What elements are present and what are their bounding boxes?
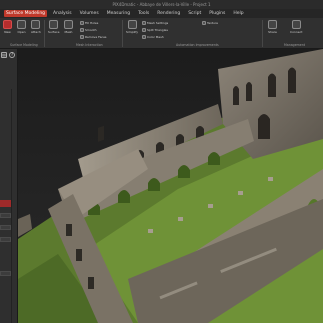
layer-row[interactable] xyxy=(0,225,11,230)
group-label-automation: Automation Improvements xyxy=(176,43,219,47)
connect-button[interactable]: Connect xyxy=(290,20,302,34)
smooth-label: Smooth xyxy=(85,28,97,32)
menu-script[interactable]: Script xyxy=(186,10,203,17)
menu-rendering[interactable]: Rendering xyxy=(155,10,182,17)
panel-divider xyxy=(11,89,12,323)
new-file-icon xyxy=(3,20,12,29)
split-button[interactable]: Split Triangles xyxy=(142,28,168,32)
menu-plugins[interactable]: Plugins xyxy=(207,10,227,17)
group-label-management: Management xyxy=(284,43,305,47)
menu-tools[interactable]: Tools xyxy=(136,10,151,17)
remove-faces-button[interactable]: Remove Faces xyxy=(80,35,106,39)
layers-icon[interactable]: ▤ xyxy=(1,51,7,58)
abbey-mesh-render xyxy=(18,49,323,323)
ribbon-separator xyxy=(262,20,263,47)
simplify-button-label: Simplify xyxy=(126,30,139,34)
texture-label: Texture xyxy=(207,21,218,25)
surface-button[interactable]: Surface xyxy=(48,20,59,34)
new-button[interactable]: New xyxy=(3,20,12,34)
mesh-button[interactable]: Mesh xyxy=(64,20,73,34)
layer-row[interactable] xyxy=(0,271,11,276)
fill-holes-icon xyxy=(80,21,84,25)
surface-button-label: Surface xyxy=(48,30,60,34)
menu-volumes[interactable]: Volumes xyxy=(78,10,101,17)
side-panel-header: ▤ ? xyxy=(0,49,17,60)
remove-faces-icon xyxy=(80,35,84,39)
share-button[interactable]: Share xyxy=(268,20,277,34)
connect-icon xyxy=(291,20,301,29)
texture-button[interactable]: Texture xyxy=(202,21,218,25)
share-button-label: Share xyxy=(268,30,277,34)
mesh-button-label: Mesh xyxy=(64,30,73,34)
attach-button-label: Attach xyxy=(31,30,41,34)
smooth-icon xyxy=(80,28,84,32)
attach-icon xyxy=(31,20,41,29)
help-icon[interactable]: ? xyxy=(9,51,15,58)
simplify-button[interactable]: Simplify xyxy=(126,20,138,34)
fill-holes-button[interactable]: Fill Holes xyxy=(80,21,98,25)
new-button-label: New xyxy=(4,30,11,34)
simplify-icon xyxy=(127,20,137,29)
split-label: Split Triangles xyxy=(147,28,168,32)
mesh-settings-icon xyxy=(142,21,146,25)
texture-icon xyxy=(202,21,206,25)
menu-surface-modeling[interactable]: Surface Modeling xyxy=(4,10,48,17)
color-mesh-label: Color Mesh xyxy=(147,35,164,39)
window-title-text: PIX4Dmatic - Abbaye de Villers-la-Ville … xyxy=(112,2,211,7)
ribbon-separator xyxy=(122,20,123,47)
share-icon xyxy=(268,20,277,29)
open-button-label: Open xyxy=(17,30,26,34)
menu-measuring[interactable]: Measuring xyxy=(105,10,132,17)
color-mesh-button[interactable]: Color Mesh xyxy=(142,35,164,39)
mesh-settings-label: Mesh Settings xyxy=(147,21,169,25)
connect-button-label: Connect xyxy=(290,30,303,34)
fill-holes-label: Fill Holes xyxy=(85,21,99,25)
mesh-icon xyxy=(64,20,73,29)
mesh-settings-button[interactable]: Mesh Settings xyxy=(142,21,168,25)
color-mesh-icon xyxy=(142,35,146,39)
group-label-mesh-interaction: Mesh Interaction xyxy=(76,43,103,47)
open-folder-icon xyxy=(17,20,26,29)
group-label-surface-modeling: Surface Modeling xyxy=(10,43,38,47)
layer-row[interactable] xyxy=(0,237,11,242)
smooth-button[interactable]: Smooth xyxy=(80,28,97,32)
ribbon-separator xyxy=(44,20,45,47)
menu-help[interactable]: Help xyxy=(231,10,245,17)
remove-faces-label: Remove Faces xyxy=(85,35,107,39)
3d-viewport[interactable] xyxy=(18,49,323,323)
menu-bar: Surface Modeling Analysis Volumes Measur… xyxy=(0,9,323,18)
side-panel: ▤ ? xyxy=(0,49,18,323)
ribbon-toolbar: New Open Attach Surface Mesh Fill Holes … xyxy=(0,18,323,49)
layer-row[interactable] xyxy=(0,213,11,218)
surface-icon xyxy=(49,20,59,29)
menu-analysis[interactable]: Analysis xyxy=(51,10,74,17)
attach-button[interactable]: Attach xyxy=(31,20,41,34)
selected-layer-row[interactable] xyxy=(0,200,11,207)
open-button[interactable]: Open xyxy=(17,20,26,34)
window-title: PIX4Dmatic - Abbaye de Villers-la-Ville … xyxy=(0,0,323,9)
split-icon xyxy=(142,28,146,32)
